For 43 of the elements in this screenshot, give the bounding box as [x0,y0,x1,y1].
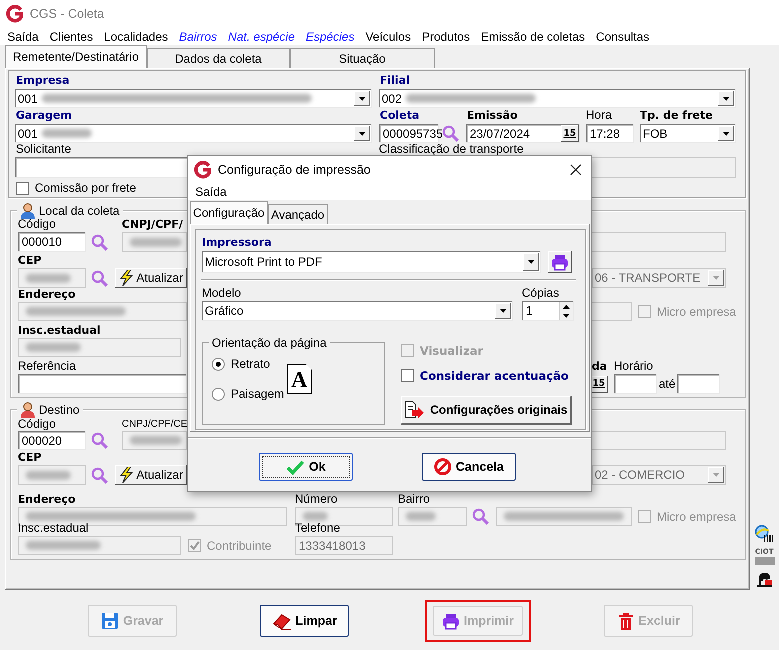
field-label: Número [295,493,338,506]
field-label: até [659,378,676,390]
field-label: Tp. de frete [640,109,713,122]
field-label: Garagem [16,109,72,122]
field-label: Código [18,218,56,231]
field-label: Emissão [467,109,518,122]
checkbox-label: Considerar acentuação [420,368,569,382]
field-label: Telefone [295,522,340,535]
field-label: Referência [18,360,76,373]
checkbox-label: Visualizar [420,344,484,358]
window-title: CGS - Coleta [30,7,104,21]
page-icon: A [287,364,312,394]
field-label: Insc.estadual [18,522,89,535]
field-label: Cópias [522,287,560,300]
group-title: Orientação da página [212,336,327,350]
field-label: CNPJ/CPF/ [122,218,184,231]
checkbox-label: Micro empresa [657,510,736,524]
field-label: Endereço [18,493,76,506]
field-label: Bairro [398,493,430,506]
field-label: Solicitante [16,143,72,156]
field-label: Horário [614,360,654,373]
radio-label: Retrato [231,357,270,371]
group-title: Local da coleta [39,204,120,218]
field-label: Código [18,418,56,431]
field-label: Filial [380,74,410,87]
checkbox-label: Comissão por frete [35,181,136,195]
checkbox-label: Micro empresa [657,304,736,318]
field-label: CNPJ/CPF/CE [122,418,188,431]
dialog-title: Configuração de impressão [218,162,371,176]
field-label: Modelo [202,287,242,300]
group-title: Destino [39,403,80,417]
field-label: Endereço [18,288,76,301]
field-label: Empresa [16,74,70,87]
field-label: Coleta [380,109,420,122]
field-label: Classificação de transporte [379,143,524,156]
field-label: Hora [586,109,612,122]
checkbox-label: Contribuinte [207,538,272,552]
field-label: da [592,360,608,373]
field-label: CEP [18,254,42,267]
radio-label: Paisagem [231,387,284,401]
field-label: CEP [18,451,42,464]
field-label: Insc.estadual [18,324,101,337]
field-label: Impressora [202,236,272,249]
